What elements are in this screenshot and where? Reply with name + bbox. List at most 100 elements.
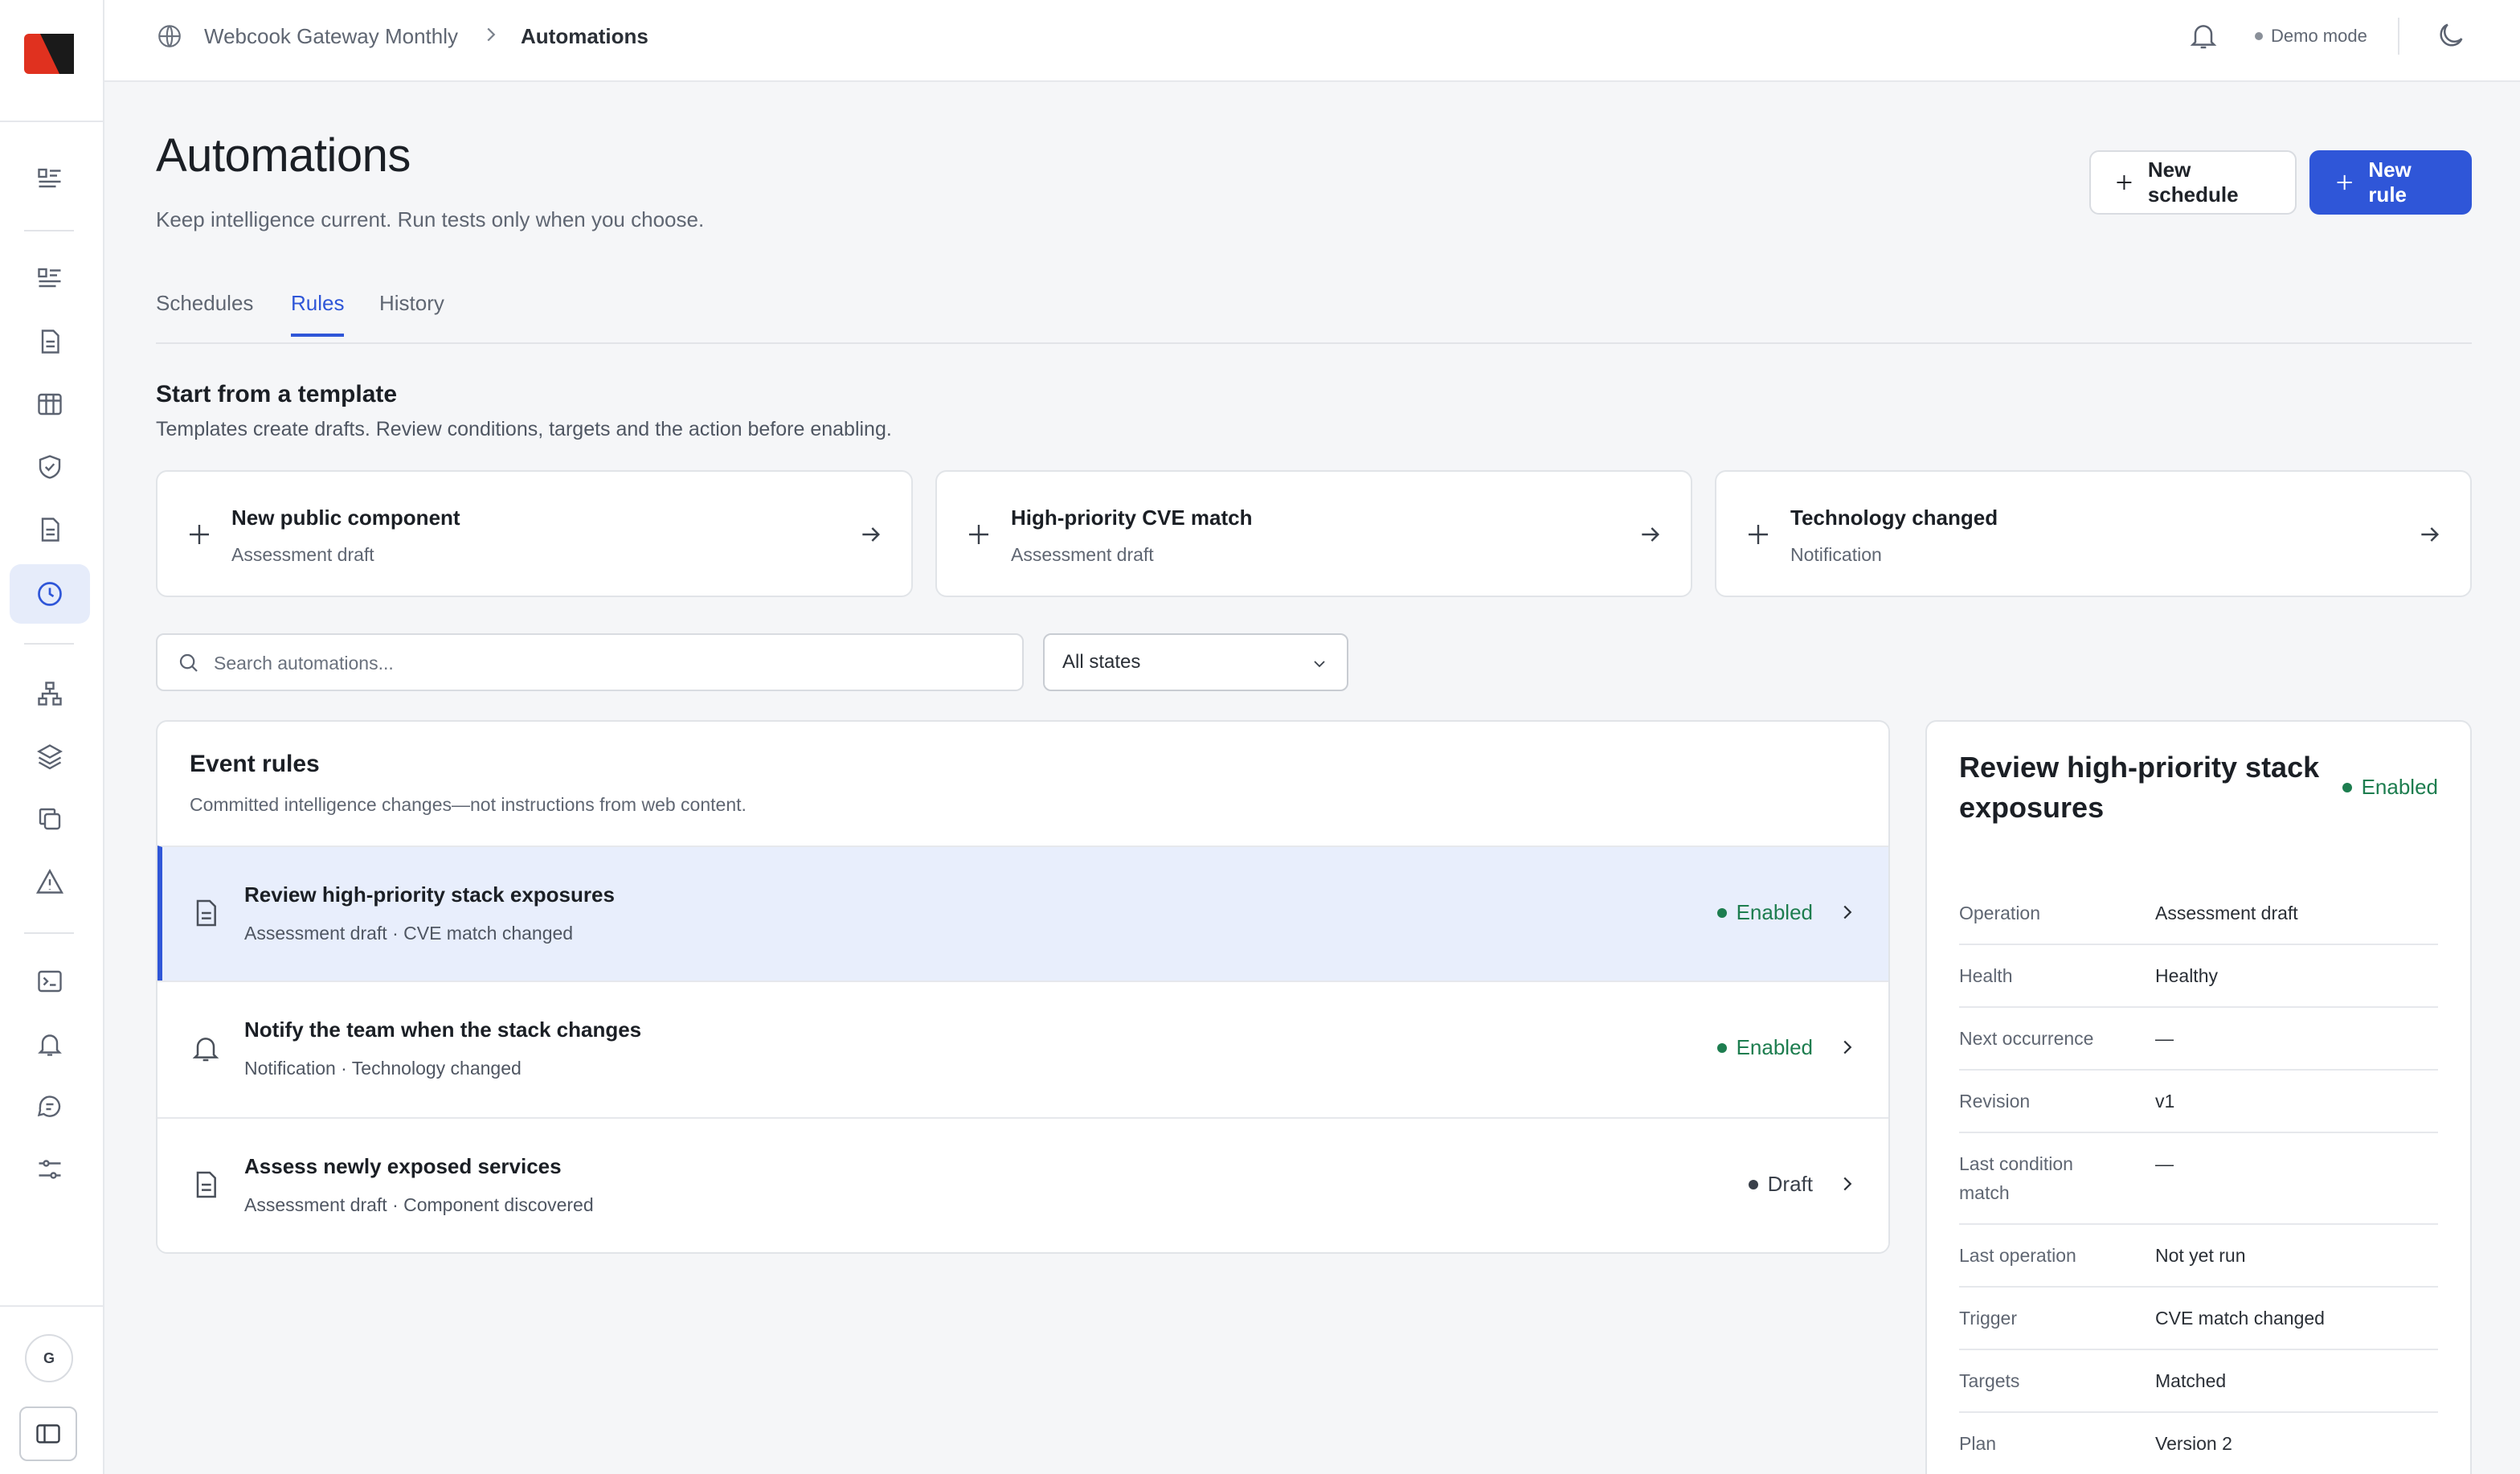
chevron-right-icon bbox=[487, 27, 496, 42]
detail-row-next-occurrence: Next occurrence — bbox=[1959, 1008, 2438, 1071]
app-logo[interactable] bbox=[24, 29, 74, 79]
tab-rules[interactable]: Rules bbox=[291, 291, 345, 337]
detail-key: Operation bbox=[1959, 903, 2041, 923]
sidebar-divider bbox=[24, 230, 74, 231]
theme-toggle-moon-icon[interactable] bbox=[2435, 19, 2467, 51]
rule-title: Assess newly exposed services bbox=[244, 1154, 562, 1178]
nav-copy-icon[interactable] bbox=[10, 789, 90, 849]
status-badge: Enabled bbox=[1716, 1035, 1813, 1060]
rule-row-review-stack-exposures[interactable]: Review high-priority stack exposures Ass… bbox=[158, 846, 1888, 981]
status-dot bbox=[1716, 907, 1727, 918]
nav-chat-icon[interactable] bbox=[10, 1077, 90, 1136]
status-dot bbox=[1748, 1179, 1758, 1189]
detail-key: Last condition match bbox=[1959, 1153, 2073, 1203]
sidebar-panel-icon bbox=[36, 1424, 60, 1443]
detail-row-health: Health Healthy bbox=[1959, 945, 2438, 1008]
nav-terminal-icon[interactable] bbox=[10, 952, 90, 1011]
nav-list-icon[interactable] bbox=[10, 249, 90, 309]
detail-value: Healthy bbox=[2155, 965, 2218, 986]
detail-value: CVE match changed bbox=[2155, 1308, 2325, 1329]
new-rule-button[interactable]: New rule bbox=[2309, 150, 2472, 215]
topbar-divider bbox=[2398, 18, 2399, 55]
nav-table-icon[interactable] bbox=[10, 375, 90, 434]
search-box bbox=[156, 633, 1024, 691]
breadcrumb-current: Automations bbox=[521, 24, 648, 48]
sidebar-toggle-button[interactable] bbox=[19, 1406, 77, 1461]
detail-key: Plan bbox=[1959, 1433, 1997, 1454]
new-schedule-label: New schedule bbox=[2147, 158, 2239, 207]
rule-row-assess-exposed-services[interactable]: Assess newly exposed services Assessment… bbox=[158, 1117, 1888, 1252]
breadcrumb-workspace[interactable]: Webcook Gateway Monthly bbox=[204, 24, 458, 49]
rule-subtitle: Notification · Technology changed bbox=[244, 1058, 522, 1079]
nav-warning-icon[interactable] bbox=[10, 852, 90, 911]
detail-key: Targets bbox=[1959, 1370, 2020, 1391]
plus-icon bbox=[2337, 174, 2352, 190]
demo-mode-label: Demo mode bbox=[2271, 26, 2367, 46]
nav-shield-icon[interactable] bbox=[10, 437, 90, 497]
globe-icon bbox=[158, 25, 181, 47]
state-filter-select[interactable]: All states bbox=[1043, 633, 1348, 691]
demo-status-dot bbox=[2255, 32, 2263, 40]
chevron-down-icon bbox=[1314, 661, 1325, 668]
template-title: Technology changed bbox=[1790, 506, 1998, 530]
tab-schedules[interactable]: Schedules bbox=[156, 291, 253, 334]
detail-row-plan: Plan Version 2 bbox=[1959, 1413, 2438, 1474]
detail-value: Matched bbox=[2155, 1370, 2227, 1391]
rule-row-notify-team[interactable]: Notify the team when the stack changes N… bbox=[158, 981, 1888, 1116]
document-icon bbox=[196, 899, 216, 927]
detail-row-operation: Operation Assessment draft bbox=[1959, 882, 2438, 945]
detail-status-badge: Enabled bbox=[2342, 775, 2438, 800]
search-input[interactable] bbox=[214, 646, 1001, 680]
tab-history[interactable]: History bbox=[379, 291, 444, 334]
state-filter-value: All states bbox=[1062, 651, 1141, 673]
status-label: Enabled bbox=[1736, 900, 1813, 924]
arrow-right-icon bbox=[2421, 527, 2440, 542]
page-title: Automations bbox=[156, 129, 411, 182]
page-subtitle: Keep intelligence current. Run tests onl… bbox=[156, 207, 705, 231]
rule-detail-panel: Review high-priority stack exposures Ena… bbox=[1925, 720, 2472, 1474]
status-label: Draft bbox=[1767, 1172, 1813, 1196]
rule-subtitle: Assessment draft · CVE match changed bbox=[244, 923, 574, 944]
detail-row-last-condition-match: Last condition match — bbox=[1959, 1133, 2438, 1225]
template-title: High-priority CVE match bbox=[1011, 506, 1253, 530]
status-dot bbox=[2342, 782, 2352, 792]
nav-document-icon[interactable] bbox=[10, 312, 90, 371]
user-avatar[interactable]: G bbox=[25, 1334, 73, 1382]
detail-value: Assessment draft bbox=[2155, 903, 2298, 923]
detail-key: Health bbox=[1959, 965, 2013, 986]
top-bar: Webcook Gateway Monthly Automations Demo… bbox=[104, 0, 2520, 82]
rule-title: Review high-priority stack exposures bbox=[244, 882, 615, 907]
demo-mode-indicator: Demo mode bbox=[2255, 26, 2367, 47]
new-schedule-button[interactable]: New schedule bbox=[2089, 150, 2297, 215]
template-card-new-public-component[interactable]: New public component Assessment draft bbox=[156, 470, 913, 597]
nav-hierarchy-icon[interactable] bbox=[10, 664, 90, 723]
template-subtitle: Notification bbox=[1790, 544, 1882, 565]
status-label: Enabled bbox=[1736, 1035, 1813, 1059]
nav-report-icon[interactable] bbox=[10, 500, 90, 559]
event-rules-title: Event rules bbox=[190, 751, 320, 777]
document-icon bbox=[196, 1171, 216, 1198]
sidebar: G bbox=[0, 0, 104, 1474]
plus-icon bbox=[1749, 525, 1768, 544]
template-card-technology-changed[interactable]: Technology changed Notification bbox=[1715, 470, 2472, 597]
nav-bell-icon[interactable] bbox=[10, 1014, 90, 1074]
nav-automations-clock-icon[interactable] bbox=[10, 564, 90, 624]
search-icon bbox=[179, 653, 198, 672]
detail-row-revision: Revision v1 bbox=[1959, 1071, 2438, 1133]
nav-settings-sliders-icon[interactable] bbox=[10, 1140, 90, 1199]
nav-layers-icon[interactable] bbox=[10, 727, 90, 786]
notifications-bell-icon[interactable] bbox=[2187, 19, 2219, 51]
bell-icon bbox=[192, 1038, 219, 1062]
detail-key: Last operation bbox=[1959, 1245, 2076, 1266]
arrow-right-icon bbox=[862, 527, 881, 542]
template-card-high-priority-cve[interactable]: High-priority CVE match Assessment draft bbox=[935, 470, 1692, 597]
rule-subtitle: Assessment draft · Component discovered bbox=[244, 1194, 594, 1215]
sidebar-divider bbox=[0, 121, 103, 122]
arrow-right-icon bbox=[1642, 527, 1660, 542]
new-rule-label: New rule bbox=[2368, 158, 2412, 207]
rule-title: Notify the team when the stack changes bbox=[244, 1017, 642, 1042]
event-rules-subtitle: Committed intelligence changes—not instr… bbox=[190, 794, 747, 815]
detail-row-targets: Targets Matched bbox=[1959, 1350, 2438, 1413]
nav-overview-icon[interactable] bbox=[10, 149, 90, 209]
detail-value: v1 bbox=[2155, 1091, 2175, 1112]
